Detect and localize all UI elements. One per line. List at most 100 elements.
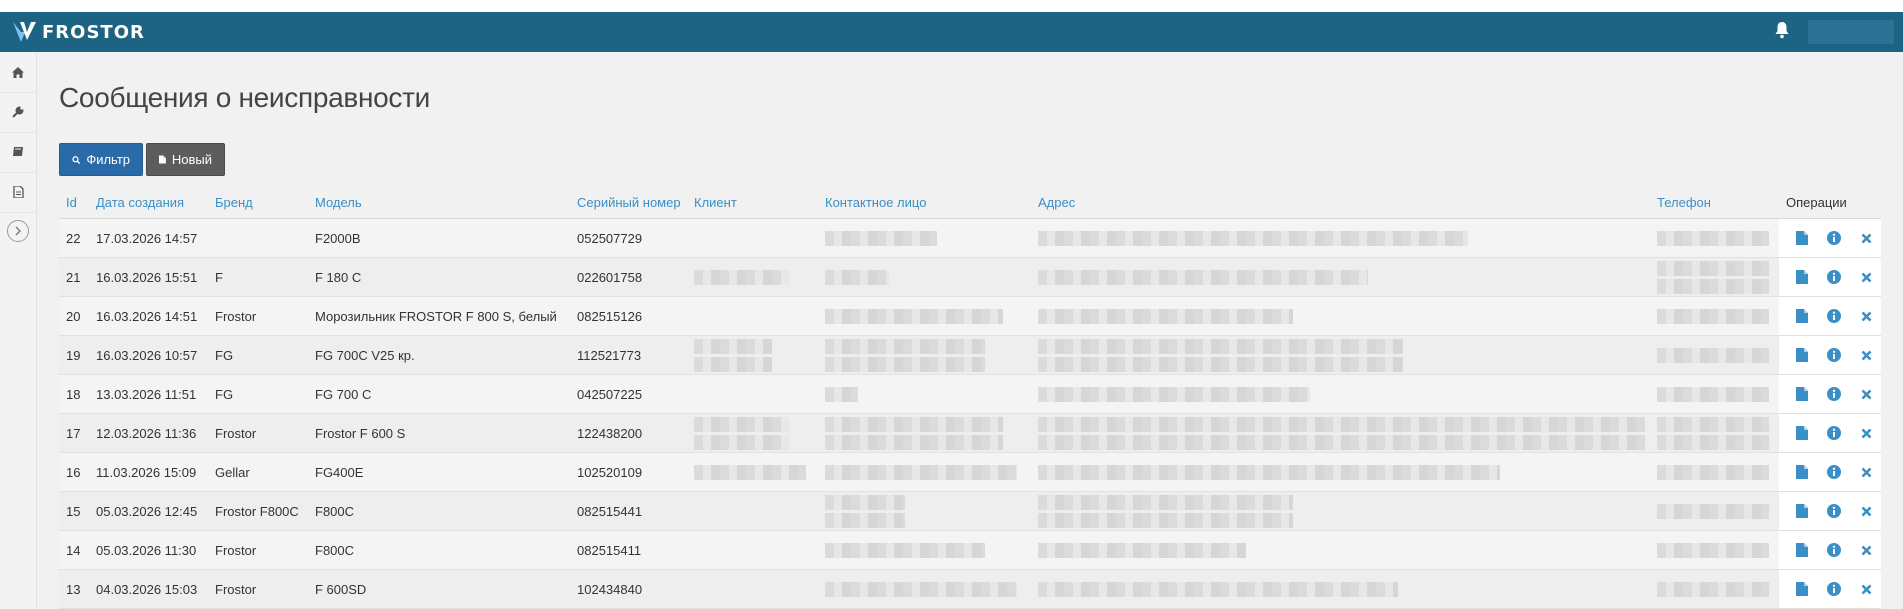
delete-button[interactable] xyxy=(1858,386,1874,402)
delete-button[interactable] xyxy=(1858,581,1874,597)
cell-phone xyxy=(1650,296,1779,336)
document-icon xyxy=(1796,270,1808,284)
delete-button[interactable] xyxy=(1858,230,1874,246)
col-header-contact[interactable]: Контактное лицо xyxy=(818,186,1031,219)
table-row[interactable]: 16 11.03.2026 15:09 Gellar FG400E 102520109 xyxy=(59,452,1881,492)
filter-button[interactable]: Фильтр xyxy=(59,143,143,176)
cell-address xyxy=(1031,452,1650,492)
document-icon xyxy=(1796,387,1808,401)
cell-contact xyxy=(818,296,1031,336)
open-document-button[interactable] xyxy=(1794,230,1810,246)
info-button[interactable] xyxy=(1826,230,1842,246)
info-button[interactable] xyxy=(1826,425,1842,441)
cell-brand: Frostor F800C xyxy=(208,491,308,531)
cell-id: 18 xyxy=(59,374,89,414)
bell-icon[interactable] xyxy=(1774,21,1794,43)
cell-id: 15 xyxy=(59,491,89,531)
delete-button[interactable] xyxy=(1858,425,1874,441)
cell-phone xyxy=(1650,491,1779,531)
delete-button[interactable] xyxy=(1858,542,1874,558)
delete-button[interactable] xyxy=(1858,503,1874,519)
cell-serial: 082515126 xyxy=(570,296,687,336)
cell-date: 13.03.2026 11:51 xyxy=(89,374,208,414)
delete-icon xyxy=(1861,389,1871,399)
col-header-serial[interactable]: Серийный номер xyxy=(570,186,687,219)
frostor-logo[interactable]: FROSTOR xyxy=(12,18,145,46)
info-button[interactable] xyxy=(1826,386,1842,402)
open-document-button[interactable] xyxy=(1794,542,1810,558)
redacted-text xyxy=(1038,416,1645,432)
cell-address xyxy=(1031,218,1650,258)
table-row[interactable]: 20 16.03.2026 14:51 Frostor Морозильник FRO… xyxy=(59,296,1881,336)
info-button[interactable] xyxy=(1826,581,1842,597)
cell-model: Морозильник FROSTOR F 800 S, белый xyxy=(308,296,570,336)
col-header-phone[interactable]: Телефон xyxy=(1650,186,1779,219)
cell-contact xyxy=(818,413,1031,453)
delete-button[interactable] xyxy=(1858,269,1874,285)
table-row[interactable]: 18 13.03.2026 11:51 FG FG 700 C 042507225 xyxy=(59,374,1881,414)
redacted-text xyxy=(825,512,905,528)
sidebar-item-catalog[interactable] xyxy=(0,132,36,173)
redacted-text xyxy=(1657,464,1769,480)
table-row[interactable]: 22 17.03.2026 14:57 F2000B 052507729 xyxy=(59,218,1881,258)
info-button[interactable] xyxy=(1826,542,1842,558)
redacted-text xyxy=(1038,269,1368,285)
delete-icon xyxy=(1861,350,1871,360)
table-row[interactable]: 13 04.03.2026 15:03 Frostor F 600SD 10243484… xyxy=(59,569,1881,609)
delete-button[interactable] xyxy=(1858,464,1874,480)
document-icon xyxy=(1796,309,1808,323)
redacted-text xyxy=(1038,581,1398,597)
col-header-model[interactable]: Модель xyxy=(308,186,570,219)
table-row[interactable]: 14 05.03.2026 11:30 Frostor F800C 082515411 xyxy=(59,530,1881,570)
cell-serial: 112521773 xyxy=(570,335,687,375)
cell-operations xyxy=(1779,374,1881,414)
delete-icon xyxy=(1861,545,1871,555)
sidebar-toggle-button[interactable] xyxy=(7,220,29,242)
col-header-date[interactable]: Дата создания xyxy=(89,186,208,219)
user-menu[interactable] xyxy=(1808,20,1894,44)
info-button[interactable] xyxy=(1826,269,1842,285)
delete-button[interactable] xyxy=(1858,308,1874,324)
cell-client xyxy=(687,491,818,531)
logo-text: FROSTOR xyxy=(42,21,145,43)
redacted-text xyxy=(1038,356,1403,372)
sidebar-item-documents[interactable] xyxy=(0,172,36,213)
sidebar-item-service[interactable] xyxy=(0,92,36,133)
table-row[interactable]: 17 12.03.2026 11:36 Frostor Frostor F 600 S… xyxy=(59,413,1881,453)
open-document-button[interactable] xyxy=(1794,347,1810,363)
info-button[interactable] xyxy=(1826,503,1842,519)
delete-icon xyxy=(1861,584,1871,594)
redacted-text xyxy=(825,416,1003,432)
cell-address xyxy=(1031,374,1650,414)
table-row[interactable]: 19 16.03.2026 10:57 FG FG 700C V25 кр. 11252… xyxy=(59,335,1881,375)
main-content: Сообщения о неисправности Фильтр Новый I… xyxy=(37,52,1903,609)
info-button[interactable] xyxy=(1826,347,1842,363)
redacted-text xyxy=(694,464,806,480)
redacted-text xyxy=(1038,494,1293,510)
open-document-button[interactable] xyxy=(1794,425,1810,441)
delete-button[interactable] xyxy=(1858,347,1874,363)
open-document-button[interactable] xyxy=(1794,503,1810,519)
open-document-button[interactable] xyxy=(1794,386,1810,402)
open-document-button[interactable] xyxy=(1794,581,1810,597)
info-button[interactable] xyxy=(1826,308,1842,324)
table-header-row: Id Дата создания Бренд Модель Серийный н… xyxy=(59,186,1881,219)
table-row[interactable]: 21 16.03.2026 15:51 F F 180 C 022601758 xyxy=(59,257,1881,297)
delete-icon xyxy=(1861,311,1871,321)
cell-model: F800C xyxy=(308,491,570,531)
open-document-button[interactable] xyxy=(1794,269,1810,285)
info-button[interactable] xyxy=(1826,464,1842,480)
sidebar-item-home[interactable] xyxy=(0,52,36,93)
filter-button-label: Фильтр xyxy=(86,152,130,167)
table-row[interactable]: 15 05.03.2026 12:45 Frostor F800C F800C 0825… xyxy=(59,491,1881,531)
redacted-text xyxy=(1657,503,1769,519)
col-header-id[interactable]: Id xyxy=(59,186,89,219)
col-header-brand[interactable]: Бренд xyxy=(208,186,308,219)
open-document-button[interactable] xyxy=(1794,308,1810,324)
col-header-client[interactable]: Клиент xyxy=(687,186,818,219)
cell-model: F800C xyxy=(308,530,570,570)
new-button[interactable]: Новый xyxy=(146,143,225,176)
redacted-text xyxy=(1657,308,1769,324)
open-document-button[interactable] xyxy=(1794,464,1810,480)
col-header-address[interactable]: Адрес xyxy=(1031,186,1650,219)
